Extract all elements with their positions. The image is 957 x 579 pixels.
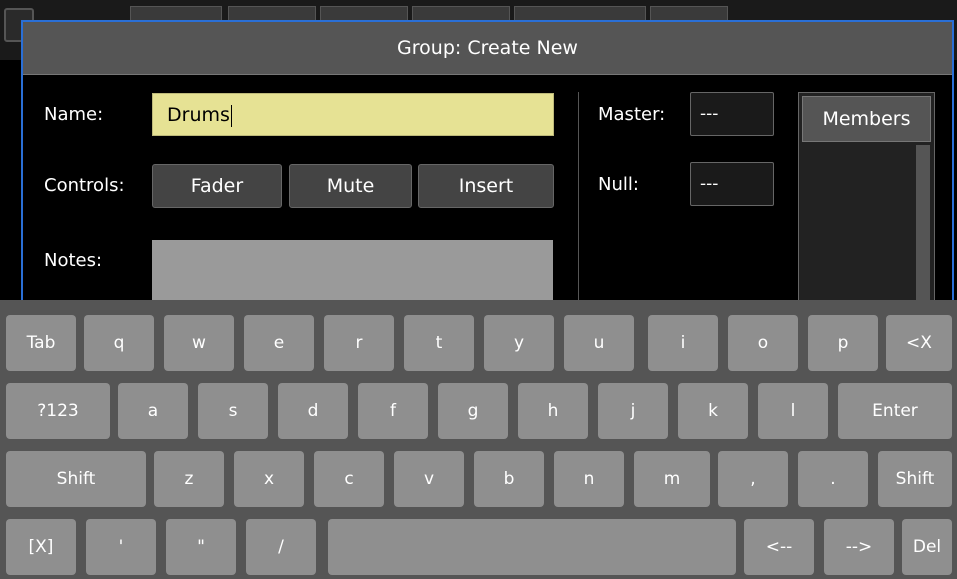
null-label: Null: [598,174,639,195]
key-a[interactable]: a [118,383,188,439]
key-slash[interactable]: / [246,519,316,575]
name-input[interactable]: Drums [152,93,554,136]
key-comma[interactable]: , [718,451,788,507]
fader-button[interactable]: Fader [152,164,282,208]
key-cursor-right[interactable]: --> [824,519,894,575]
key-i[interactable]: i [648,315,718,371]
section-divider [578,92,579,322]
key-k[interactable]: k [678,383,748,439]
on-screen-keyboard: Tab q w e r t y u i o p <X ?123 a s d f … [0,300,957,579]
master-label: Master: [598,104,666,125]
master-field[interactable]: --- [690,92,774,136]
name-value: Drums [167,104,230,126]
insert-button[interactable]: Insert [418,164,554,208]
members-list[interactable]: Members [798,92,935,322]
mute-button[interactable]: Mute [289,164,412,208]
key-h[interactable]: h [518,383,588,439]
key-t[interactable]: t [404,315,474,371]
key-double-quote[interactable]: " [166,519,236,575]
key-c[interactable]: c [314,451,384,507]
key-d[interactable]: d [278,383,348,439]
key-close-keyboard[interactable]: [X] [6,519,76,575]
key-x[interactable]: x [234,451,304,507]
key-shift-left[interactable]: Shift [6,451,146,507]
key-w[interactable]: w [164,315,234,371]
key-delete[interactable]: Del [902,519,952,575]
name-label: Name: [44,104,104,125]
key-z[interactable]: z [154,451,224,507]
key-f[interactable]: f [358,383,428,439]
key-shift-right[interactable]: Shift [878,451,952,507]
key-g[interactable]: g [438,383,508,439]
key-o[interactable]: o [728,315,798,371]
key-s[interactable]: s [198,383,268,439]
key-p[interactable]: p [808,315,878,371]
key-space[interactable] [328,519,736,575]
members-header[interactable]: Members [802,96,931,142]
controls-label: Controls: [44,175,125,196]
key-u[interactable]: u [564,315,634,371]
key-tab[interactable]: Tab [6,315,76,371]
key-v[interactable]: v [394,451,464,507]
key-period[interactable]: . [798,451,868,507]
key-r[interactable]: r [324,315,394,371]
members-scrollbar[interactable] [916,145,930,321]
dialog-title: Group: Create New [23,22,952,75]
key-n[interactable]: n [554,451,624,507]
key-backspace[interactable]: <X [886,315,952,371]
notes-label: Notes: [44,250,103,271]
key-enter[interactable]: Enter [838,383,952,439]
null-field[interactable]: --- [690,162,774,206]
create-group-dialog: Group: Create New Name: Drums Controls: … [21,20,954,322]
key-m[interactable]: m [634,451,710,507]
text-caret [230,104,232,127]
key-b[interactable]: b [474,451,544,507]
key-e[interactable]: e [244,315,314,371]
key-apostrophe[interactable]: ' [86,519,156,575]
key-l[interactable]: l [758,383,828,439]
key-cursor-left[interactable]: <-- [744,519,814,575]
key-j[interactable]: j [598,383,668,439]
key-numbers[interactable]: ?123 [6,383,110,439]
key-y[interactable]: y [484,315,554,371]
key-q[interactable]: q [84,315,154,371]
